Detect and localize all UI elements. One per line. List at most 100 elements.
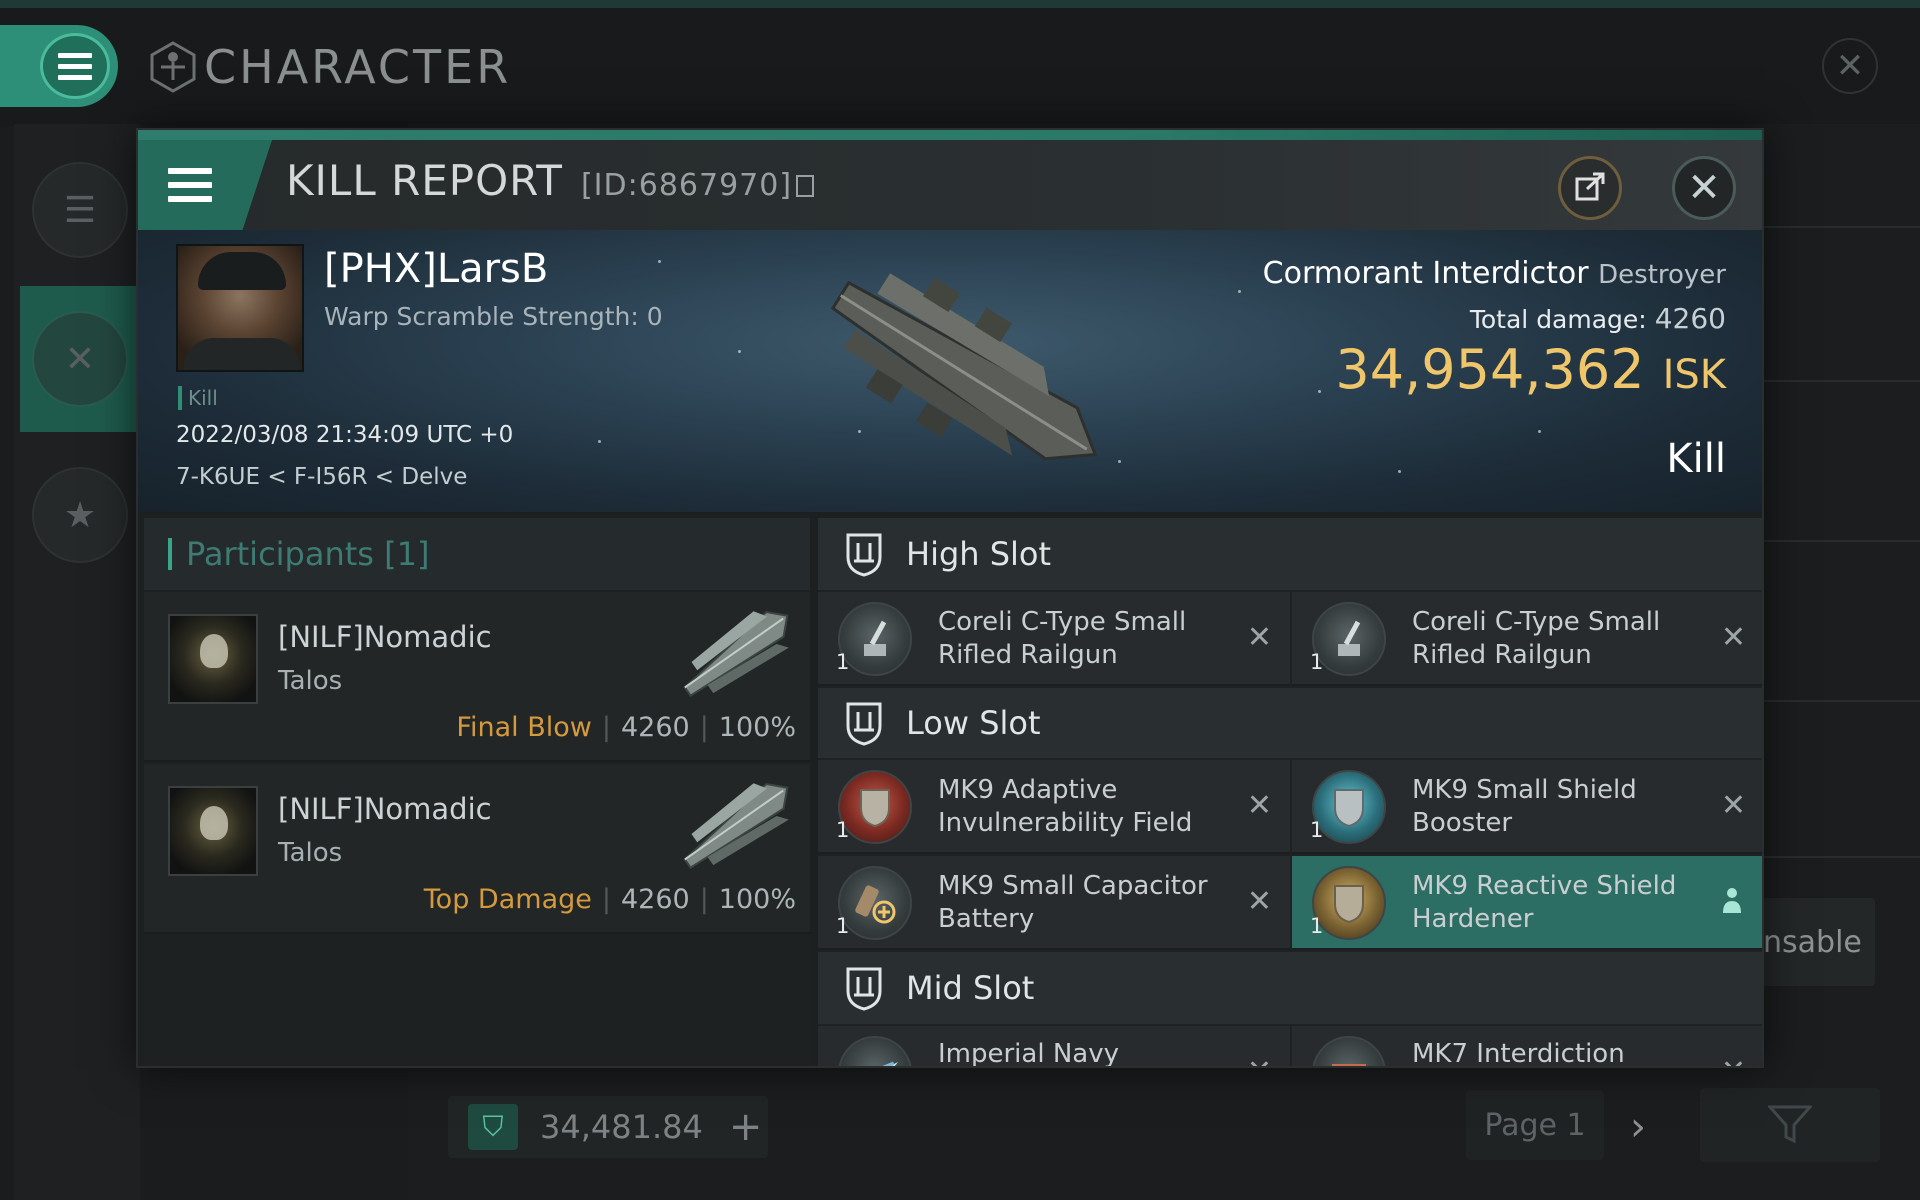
- high-slot-label: High Slot: [906, 535, 1052, 573]
- filter-icon: [1768, 1105, 1812, 1144]
- divider: [1760, 700, 1920, 702]
- destroyed-icon: ✕: [1247, 1054, 1272, 1066]
- participants-header: Participants [1]: [144, 518, 810, 590]
- participant-avatar: [168, 786, 258, 876]
- character-menu-button[interactable]: [40, 33, 110, 99]
- fitting-item[interactable]: Imperial Navy ✕: [818, 1026, 1290, 1068]
- person-icon: [1723, 888, 1741, 913]
- item-name: MK9 Adaptive Invulnerability Field: [938, 775, 1193, 838]
- participant-ship-render: [683, 610, 789, 697]
- participants-panel: Participants [1] [NILF]Nomadic Talos Fin…: [144, 518, 810, 1066]
- victim-portrait[interactable]: [176, 244, 304, 372]
- participants-label: Participants [1]: [186, 535, 430, 573]
- participant-avatar: [168, 614, 258, 704]
- item-name: Coreli C-Type Small Rifled Railgun: [938, 607, 1187, 670]
- sidebar-item-favorites[interactable]: ★: [20, 440, 140, 590]
- character-title: CHARACTER: [204, 40, 512, 94]
- separator: |: [699, 884, 709, 915]
- item-name: MK7 Interdiction: [1412, 1039, 1625, 1068]
- participant-percent: 100%: [718, 712, 796, 743]
- victim-ship-render: [830, 273, 1098, 461]
- separator: |: [601, 712, 611, 743]
- item-name: MK9 Reactive Shield Hardener: [1412, 871, 1677, 934]
- header-accent: [168, 538, 172, 570]
- kill-location[interactable]: 7-K6UE < F-I56R < Delve: [176, 464, 467, 490]
- victim-name[interactable]: [PHX]LarsB: [324, 246, 548, 292]
- item-quantity: 1: [836, 914, 850, 938]
- participant-row[interactable]: [NILF]Nomadic Talos Top Damage | 4260 | 100%: [144, 764, 810, 934]
- item-name: Imperial Navy: [938, 1039, 1119, 1068]
- participant-name: [NILF]Nomadic: [278, 792, 492, 826]
- copy-icon[interactable]: [796, 175, 815, 197]
- star: [1238, 290, 1241, 293]
- star: [658, 260, 661, 263]
- item-name: MK9 Small Capacitor Battery: [938, 871, 1208, 934]
- destroyed-icon: ✕: [1246, 788, 1272, 823]
- close-icon: ✕: [1835, 46, 1865, 86]
- destroyed-icon: ✕: [1246, 620, 1272, 655]
- character-icon: [150, 41, 196, 93]
- high-slot-header: High Slot: [818, 518, 1762, 590]
- low-slot-icon: [846, 702, 882, 746]
- hamburger-icon: [168, 168, 212, 202]
- external-link-icon: [1575, 172, 1605, 201]
- ship-class: Destroyer: [1598, 260, 1726, 290]
- kill-report-title: KILL REPORT [ID:6867970]: [286, 156, 815, 205]
- divider: [1760, 226, 1920, 228]
- participant-stats: Top Damage | 4260 | 100%: [424, 884, 796, 915]
- kill-id: [ID:6867970]: [581, 168, 815, 203]
- next-page-button[interactable]: ›: [1630, 1104, 1646, 1150]
- divider: [1760, 540, 1920, 542]
- item-quantity: 1: [1310, 914, 1324, 938]
- warp-scramble-strength: Warp Scramble Strength: 0: [324, 302, 663, 331]
- item-name: Coreli C-Type Small Rifled Railgun: [1412, 607, 1661, 670]
- wallet-icon: ⛉: [468, 1104, 518, 1150]
- star: [738, 350, 741, 353]
- add-funds-button[interactable]: +: [729, 1104, 763, 1150]
- wallet-value: 34,481.84: [540, 1108, 703, 1146]
- fitting-item[interactable]: 1 MK9 Small Shield Booster ✕: [1292, 760, 1762, 854]
- fitting-item[interactable]: MK7 Interdiction ✕: [1292, 1026, 1762, 1068]
- isk-value: 34,954,362 ISK: [1335, 338, 1726, 401]
- close-button[interactable]: ✕: [1672, 156, 1736, 220]
- participant-stats: Final Blow | 4260 | 100%: [456, 712, 796, 743]
- star-icon: ★: [32, 467, 128, 563]
- sidebar-item-combat[interactable]: ✕: [20, 286, 140, 432]
- item-quantity: 1: [836, 818, 850, 842]
- participant-percent: 100%: [718, 884, 796, 915]
- total-damage-label: Total damage:: [1469, 305, 1647, 334]
- separator: |: [699, 712, 709, 743]
- item-quantity: 1: [836, 650, 850, 674]
- character-close-button[interactable]: ✕: [1822, 38, 1878, 94]
- fitting-item[interactable]: 1 MK9 Small Capacitor Battery ✕: [818, 856, 1290, 950]
- destroyed-icon: ✕: [1720, 788, 1746, 823]
- kill-report-window: KILL REPORT [ID:6867970] ✕ [PHX]LarsB Wa…: [136, 128, 1764, 1068]
- total-damage: Total damage: 4260: [1470, 302, 1726, 335]
- fitting-item-dropped[interactable]: 1 MK9 Reactive Shield Hardener: [1292, 856, 1762, 950]
- item-quantity: 1: [1310, 818, 1324, 842]
- participant-name: [NILF]Nomadic: [278, 620, 492, 654]
- star: [1398, 470, 1401, 473]
- open-external-button[interactable]: [1558, 156, 1622, 220]
- kill-type: Kill: [1666, 436, 1726, 482]
- ship-name: Cormorant Interdictor: [1262, 256, 1589, 291]
- fitting-item[interactable]: 1 MK9 Adaptive Invulnerability Field ✕: [818, 760, 1290, 854]
- participant-ship: Talos: [278, 666, 343, 696]
- mid-slot-label: Mid Slot: [906, 969, 1035, 1007]
- victim-ship-type[interactable]: Cormorant Interdictor Destroyer: [1263, 256, 1726, 291]
- consumable-button[interactable]: nsable: [1755, 898, 1875, 986]
- sidebar-item-menu[interactable]: ☰: [20, 140, 140, 280]
- fitting-item[interactable]: 1 Coreli C-Type Small Rifled Railgun ✕: [818, 592, 1290, 686]
- total-damage-value: 4260: [1654, 302, 1726, 335]
- top-damage-tag: Top Damage: [423, 884, 592, 915]
- mid-slot-header: Mid Slot: [818, 952, 1762, 1024]
- filter-button[interactable]: [1700, 1088, 1880, 1162]
- portrait-cap: [198, 252, 286, 290]
- high-slot-icon: [846, 533, 882, 577]
- fitting-item[interactable]: 1 Coreli C-Type Small Rifled Railgun ✕: [1292, 592, 1762, 686]
- participant-row[interactable]: [NILF]Nomadic Talos Final Blow | 4260 | 100%: [144, 592, 810, 762]
- star: [1538, 430, 1541, 433]
- list-icon: ☰: [32, 162, 128, 258]
- divider: [1760, 380, 1920, 382]
- missile-icon: [838, 1036, 912, 1066]
